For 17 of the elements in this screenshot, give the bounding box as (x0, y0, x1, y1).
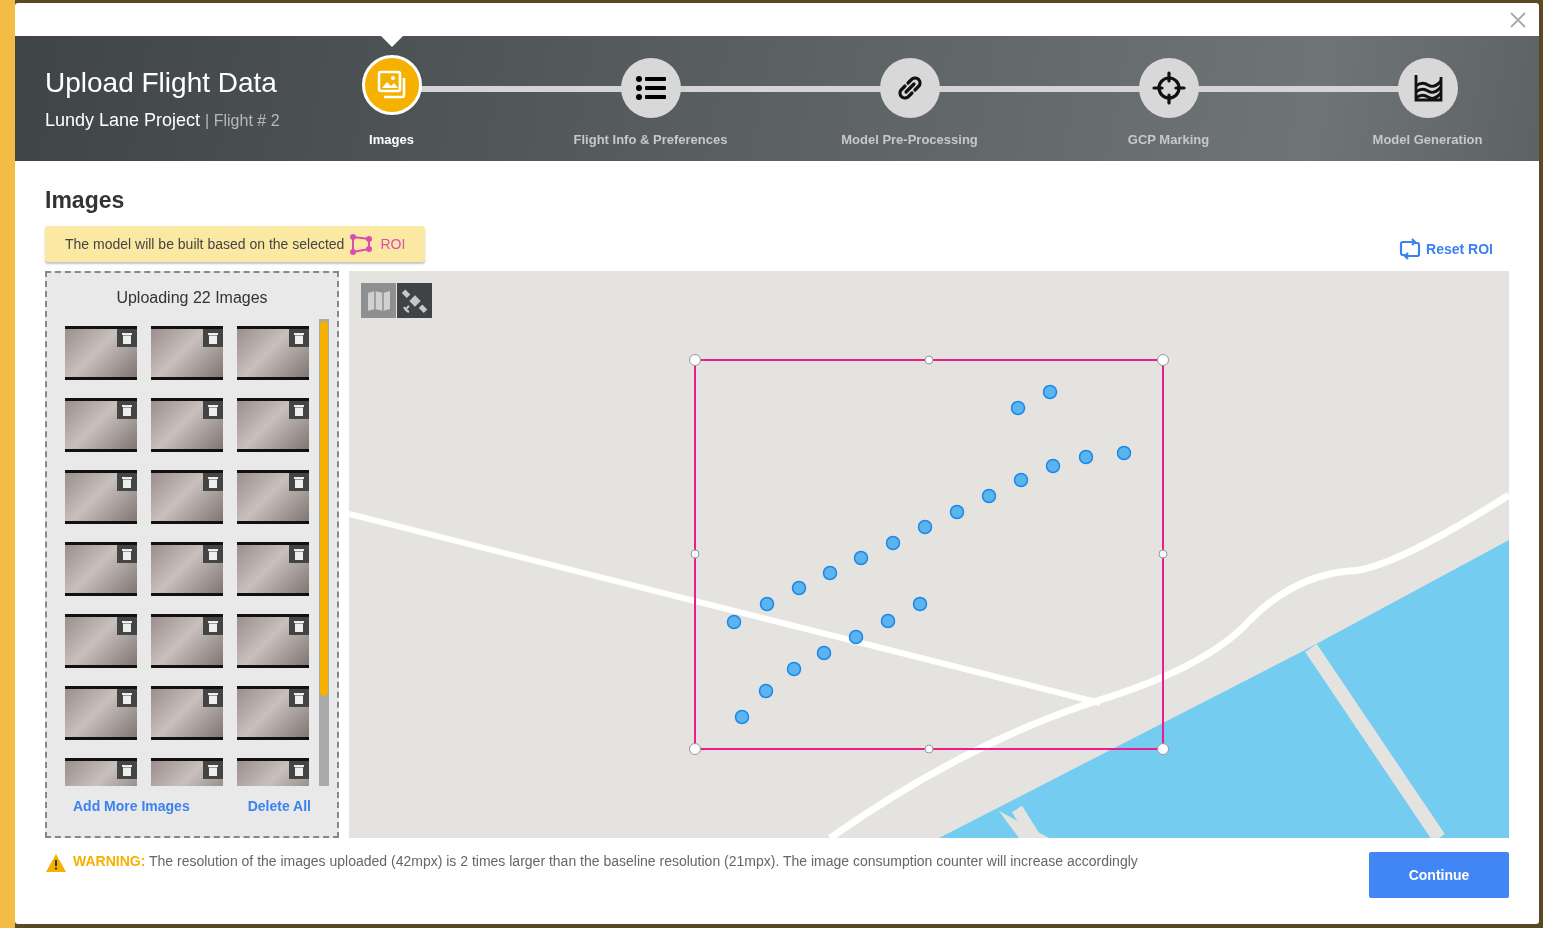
flight-number: | Flight # 2 (205, 112, 280, 130)
continue-button[interactable]: Continue (1369, 852, 1509, 898)
delete-all-link[interactable]: Delete All (247, 798, 311, 814)
step-label[interactable]: Model Generation (1298, 132, 1539, 147)
project-name: Lundy Lane Project (45, 110, 201, 131)
step-label[interactable]: GCP Marking (1039, 132, 1298, 147)
dialog-title: Upload Flight Data (45, 66, 277, 100)
notice-text: The model will be built based on the selected (65, 236, 345, 252)
step-label[interactable]: Images (262, 132, 521, 147)
upload-status: Uploading 22 Images (115, 289, 269, 308)
add-more-images-link[interactable]: Add More Images (73, 798, 190, 814)
reset-roi-button[interactable]: Reset ROI (1399, 238, 1493, 260)
step-label[interactable]: Flight Info & Preferences (521, 132, 780, 147)
section-title: Images (45, 187, 126, 214)
step-label[interactable]: Model Pre-Processing (780, 132, 1039, 147)
roi-label: ROI (380, 236, 406, 252)
warning-message: WARNING: The resolution of the images uploaded (42mpx) is 2 times larger than the baseline resolution (21mpx). The image consumption counter will increase accordingly (73, 853, 1138, 869)
